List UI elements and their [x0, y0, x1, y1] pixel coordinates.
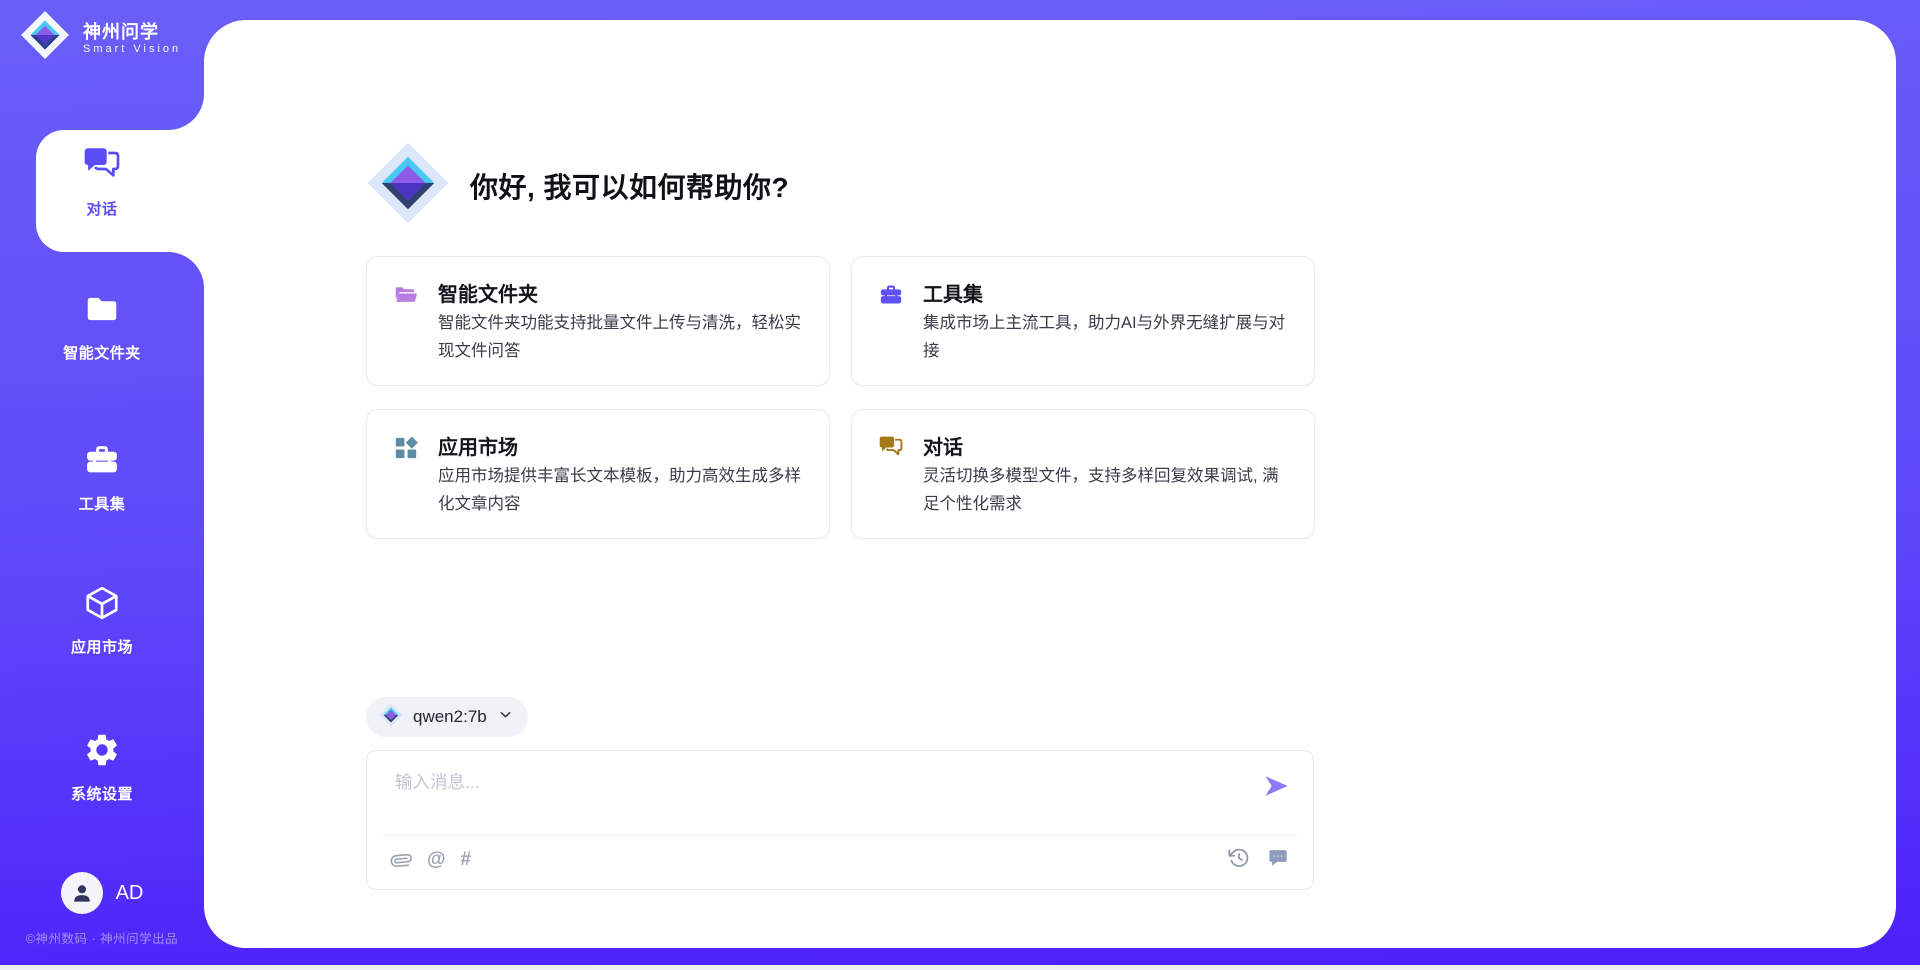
- chevron-down-icon: [497, 706, 514, 728]
- card-description: 智能文件夹功能支持批量文件上传与清洗，轻松实现文件问答: [438, 309, 803, 365]
- feature-cards: 智能文件夹 智能文件夹功能支持批量文件上传与清洗，轻松实现文件问答 工具集 集成…: [366, 256, 1315, 539]
- composer-tools-left: @ #: [391, 847, 471, 873]
- model-name: qwen2:7b: [413, 707, 487, 727]
- card-title: 工具集: [923, 278, 983, 307]
- brand: 神州问学 Smart Vision: [20, 10, 181, 65]
- app-window: 神州问学 Smart Vision 对话 智能文件夹: [0, 0, 1920, 970]
- widgets-icon: [393, 435, 419, 461]
- sidebar-item-settings[interactable]: 系统设置: [0, 731, 204, 804]
- model-diamond-logo-icon: [379, 703, 403, 732]
- card-title: 智能文件夹: [438, 278, 538, 307]
- sidebar-item-label: 系统设置: [71, 783, 133, 804]
- copyright: ©神州数码 · 神州问学出品: [0, 928, 204, 947]
- toolbox-icon: [878, 282, 904, 308]
- composer-divider: [383, 835, 1297, 836]
- sidebar-item-chat[interactable]: 对话: [0, 146, 204, 219]
- folder-open-icon: [393, 282, 419, 308]
- tab-connector-bottom: [168, 252, 204, 288]
- tab-connector-top: [168, 94, 204, 130]
- greeting-block: 你好, 我可以如何帮助你?: [366, 141, 789, 230]
- user-name: AD: [116, 882, 144, 905]
- model-selector[interactable]: qwen2:7b: [366, 697, 528, 737]
- gear-icon: [82, 731, 122, 774]
- sidebar-item-label: 智能文件夹: [63, 342, 141, 363]
- card-chat[interactable]: 对话 灵活切换多模型文件，支持多样回复效果调试, 满足个性化需求: [851, 409, 1315, 539]
- folder-icon: [82, 290, 122, 333]
- feedback-icon[interactable]: [1267, 847, 1289, 869]
- greeting-diamond-logo-icon: [366, 141, 450, 230]
- chat-icon: [82, 146, 122, 189]
- sidebar-item-label: 对话: [86, 198, 117, 219]
- message-input[interactable]: 输入消息...: [395, 769, 480, 794]
- sidebar-item-app-market[interactable]: 应用市场: [0, 584, 204, 657]
- sidebar-item-smart-folder[interactable]: 智能文件夹: [0, 290, 204, 363]
- user-account[interactable]: AD: [0, 872, 204, 914]
- sidebar-item-label: 工具集: [79, 493, 126, 514]
- sidebar-item-toolset[interactable]: 工具集: [0, 441, 204, 514]
- card-smart-folder[interactable]: 智能文件夹 智能文件夹功能支持批量文件上传与清洗，轻松实现文件问答: [366, 256, 830, 386]
- topic-icon[interactable]: #: [461, 847, 472, 873]
- composer-tools-right: [1228, 847, 1289, 869]
- history-icon[interactable]: [1228, 847, 1250, 869]
- avatar: [61, 872, 103, 914]
- send-icon[interactable]: [1261, 771, 1291, 801]
- brand-diamond-logo-icon: [20, 10, 70, 65]
- mention-icon[interactable]: @: [427, 847, 446, 873]
- card-description: 灵活切换多模型文件，支持多样回复效果调试, 满足个性化需求: [923, 462, 1288, 518]
- sidebar-item-label: 应用市场: [71, 636, 133, 657]
- greeting-title: 你好, 我可以如何帮助你?: [470, 166, 789, 206]
- chat-icon: [878, 435, 904, 461]
- toolbox-icon: [82, 441, 122, 484]
- cube-icon: [82, 584, 122, 627]
- card-description: 应用市场提供丰富长文本模板，助力高效生成多样化文章内容: [438, 462, 803, 518]
- brand-name: 神州问学: [83, 21, 181, 43]
- brand-subtitle: Smart Vision: [83, 43, 181, 55]
- attach-icon[interactable]: [391, 850, 412, 871]
- message-composer: 输入消息... @ #: [366, 750, 1314, 890]
- card-title: 对话: [923, 431, 963, 460]
- window-bottom-edge: [0, 965, 1920, 970]
- card-description: 集成市场上主流工具，助力AI与外界无缝扩展与对接: [923, 309, 1288, 365]
- card-toolset[interactable]: 工具集 集成市场上主流工具，助力AI与外界无缝扩展与对接: [851, 256, 1315, 386]
- card-title: 应用市场: [438, 431, 518, 460]
- card-app-market[interactable]: 应用市场 应用市场提供丰富长文本模板，助力高效生成多样化文章内容: [366, 409, 830, 539]
